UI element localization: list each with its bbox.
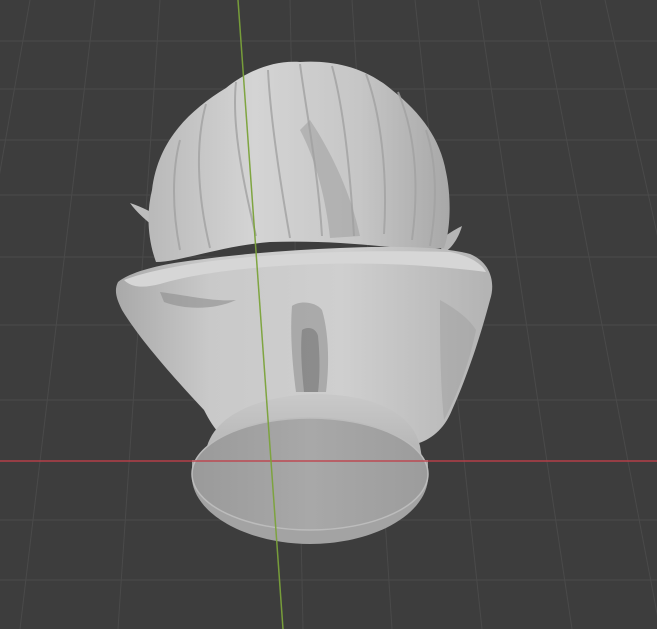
hair: [148, 61, 450, 262]
torso-recess-dark: [301, 328, 320, 392]
3d-viewport[interactable]: [0, 0, 657, 629]
viewport-canvas[interactable]: [0, 0, 657, 629]
bust-sculpture[interactable]: [115, 61, 493, 544]
